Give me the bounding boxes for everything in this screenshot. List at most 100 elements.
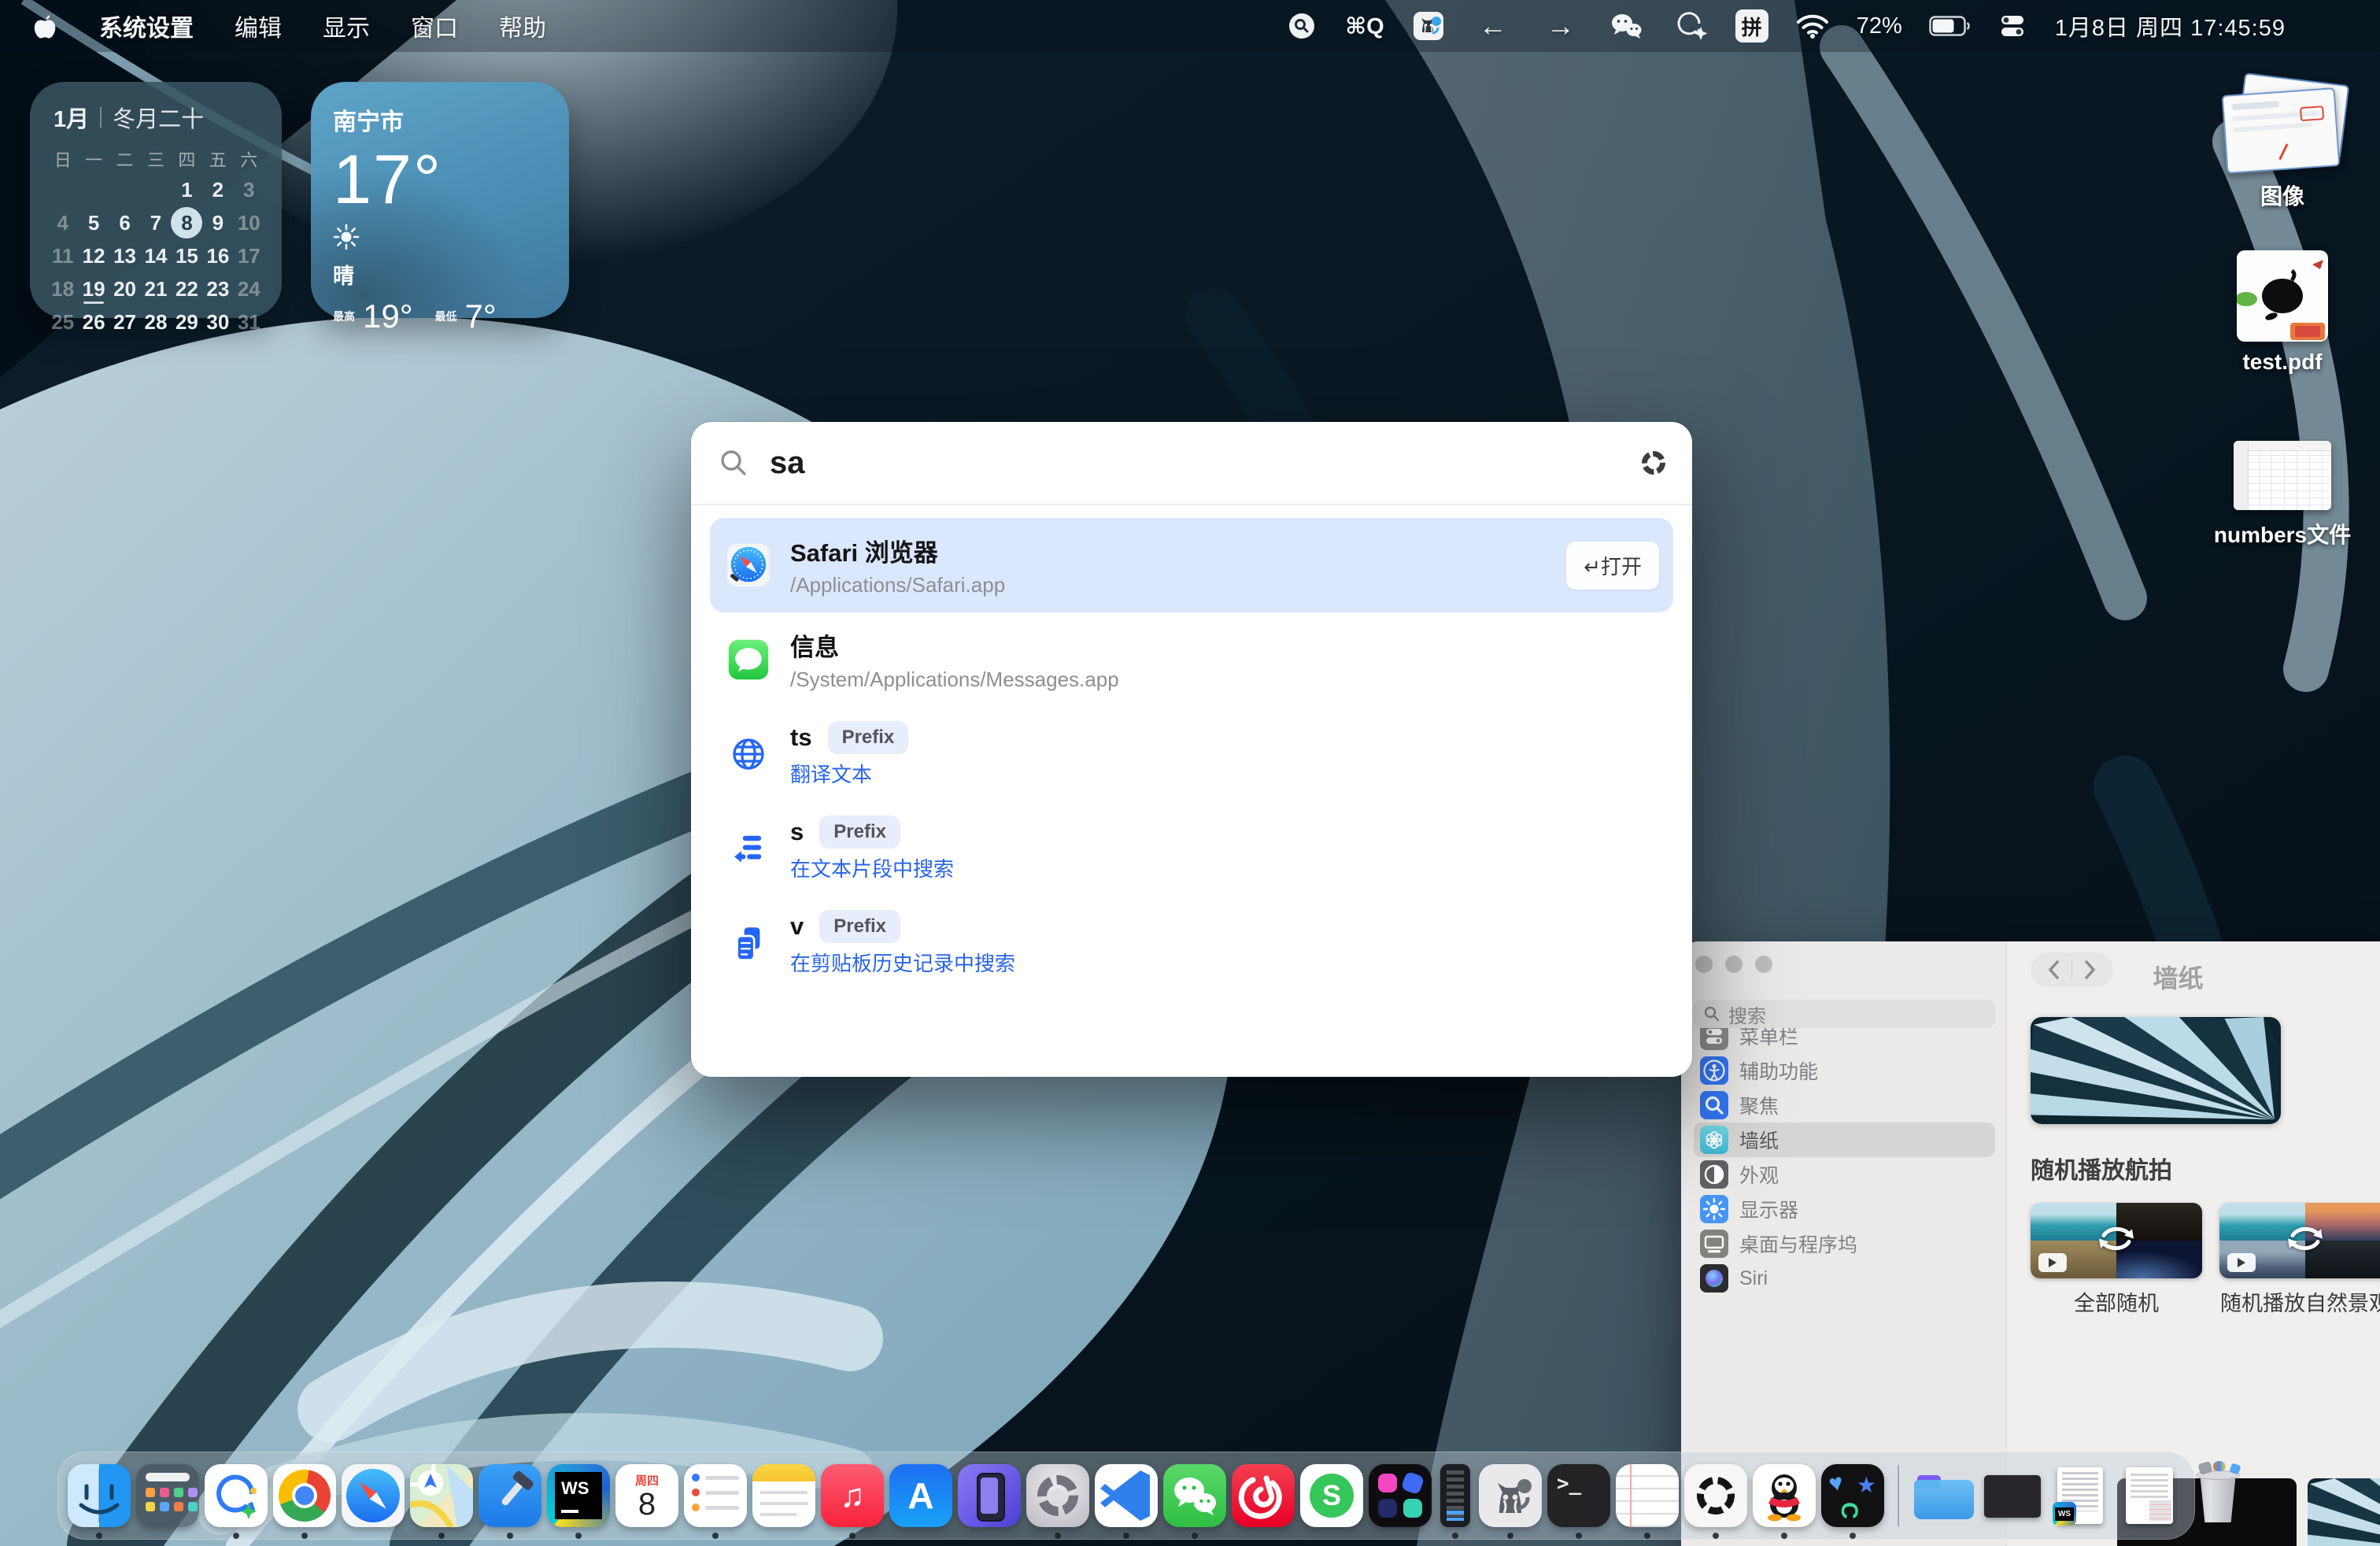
calendar-weekday: 日 (47, 146, 78, 172)
dock-trash[interactable] (2186, 1464, 2249, 1527)
wallpaper-icon (1700, 1126, 1728, 1154)
menu-app-name[interactable]: 系统设置 (99, 9, 194, 43)
dock-tiles[interactable] (1369, 1464, 1432, 1527)
spotlight-result-ts[interactable]: tsPrefix翻译文本 (710, 707, 1673, 801)
dock-calendar[interactable]: 周四8 (615, 1464, 678, 1527)
minimize-window-button[interactable] (1725, 956, 1743, 973)
wallpaper-thumb-all-random[interactable]: 全部随机 (2031, 1203, 2202, 1317)
dock-notes-doc[interactable] (1616, 1464, 1679, 1527)
sidebar-item-wallpaper[interactable]: 墙纸 (1694, 1123, 1995, 1157)
desktop-file-numbers[interactable]: numbers文件 (2196, 441, 2369, 549)
ai-chat-status-icon[interactable] (1672, 9, 1709, 43)
wechat-status-icon[interactable] (1608, 10, 1646, 42)
dock-webstorm[interactable]: WS (547, 1464, 610, 1527)
back-arrow-status-icon[interactable]: ← (1473, 9, 1513, 43)
weather-widget[interactable]: 南宁市 17° 晴 最高 19° 最低 7° (311, 82, 569, 318)
sidebar-item-spotlight[interactable]: 聚焦 (1694, 1088, 1995, 1123)
input-method-badge[interactable]: 拼 (1735, 9, 1768, 43)
dock-chat-app[interactable] (205, 1464, 268, 1527)
wallpaper-thumb-label: 随机播放自然景观 (2219, 1286, 2380, 1317)
dock-safari[interactable] (342, 1464, 405, 1527)
close-window-button[interactable] (1695, 956, 1713, 973)
calendar-month: 1月 (54, 101, 89, 134)
zoom-window-button[interactable] (1755, 956, 1772, 973)
calendar-day-3: 3 (234, 173, 264, 206)
sidebar-item-displays[interactable]: 显示器 (1694, 1192, 1995, 1226)
running-indicator-dot (1123, 1533, 1129, 1539)
calendar-widget[interactable]: 1月 冬月二十 日一二三四五六 123456789101112131415161… (30, 82, 282, 318)
dock-wechat[interactable] (1163, 1464, 1226, 1527)
search-status-icon[interactable] (1285, 9, 1318, 43)
cat-app-status-icon[interactable] (1411, 9, 1446, 43)
dock-cat[interactable] (1479, 1464, 1542, 1527)
current-wallpaper-preview[interactable] (2031, 1017, 2281, 1124)
dock-reminders[interactable] (684, 1464, 747, 1527)
menu-help[interactable]: 帮助 (499, 9, 546, 43)
dock-vscode[interactable] (1095, 1464, 1158, 1527)
spotlight-result-Safari 浏览器[interactable]: Safari 浏览器/Applications/Safari.app↵打开 (710, 518, 1673, 612)
calendar-day-empty (109, 173, 140, 206)
dock-qq[interactable] (1753, 1464, 1816, 1527)
dock-terminal[interactable]: >_ (1547, 1464, 1610, 1527)
back-chevron-icon[interactable] (2035, 956, 2071, 984)
calendar-weekday: 三 (140, 146, 171, 172)
dock-bars[interactable] (1437, 1464, 1473, 1527)
dock-iphone-mirroring[interactable] (958, 1464, 1021, 1527)
cmdq-status-item[interactable]: ⌘Q (1345, 13, 1384, 40)
menu-window[interactable]: 窗口 (411, 9, 458, 43)
menu-edit[interactable]: 编辑 (235, 9, 282, 43)
dock-music[interactable]: ♫ (821, 1464, 884, 1527)
dock-maps[interactable] (410, 1464, 473, 1527)
spotlight-query-text[interactable]: sa (770, 446, 1642, 481)
spotlight-result-s[interactable]: sPrefix在文本片段中搜索 (710, 801, 1673, 896)
sidebar-item-desktop-dock[interactable]: 桌面与程序坞 (1694, 1226, 1995, 1261)
menubar-clock[interactable]: 1月8日 周四 17:45:59 (2055, 9, 2286, 43)
dock-hearts[interactable]: ♥★C (1821, 1464, 1884, 1527)
wallpaper-thumb-label: 全部随机 (2031, 1286, 2202, 1317)
forward-arrow-status-icon[interactable]: → (1540, 9, 1581, 43)
running-indicator-dot (233, 1533, 239, 1539)
desktop-file-test-pdf[interactable]: test.pdf (2196, 250, 2369, 375)
window-traffic-lights[interactable] (1695, 956, 1772, 973)
dock-launchpad[interactable] (136, 1464, 199, 1527)
sidebar-item-siri[interactable]: Siri (1694, 1261, 1995, 1296)
dock-chatgpt[interactable] (1684, 1464, 1747, 1527)
desktop-file-images[interactable]: 图像 (2196, 79, 2369, 211)
dock-chrome[interactable] (273, 1464, 336, 1527)
battery-icon[interactable] (1929, 16, 1970, 36)
spotlight-result-v[interactable]: vPrefix在剪贴板历史记录中搜索 (710, 896, 1673, 990)
dock-appstore[interactable]: A (889, 1464, 952, 1527)
prefix-badge: Prefix (828, 721, 909, 754)
dock-downloads-folder[interactable] (1913, 1464, 1975, 1527)
dock-netease-music[interactable] (1232, 1464, 1295, 1527)
dock-min-window-dark[interactable] (1981, 1464, 2044, 1527)
dock-min-window-ws[interactable]: WS (2049, 1464, 2112, 1527)
dock-notes[interactable] (752, 1464, 815, 1527)
calendar-day-5: 5 (78, 206, 109, 239)
running-indicator-dot (1192, 1533, 1198, 1539)
settings-search-field[interactable]: 搜索 (1694, 1000, 1995, 1028)
open-action-badge[interactable]: ↵打开 (1566, 542, 1659, 590)
spotlight-result-信息[interactable]: 信息/System/Applications/Messages.app (710, 612, 1673, 707)
desktop-file-label: test.pdf (2196, 350, 2369, 375)
spotlight-search-bar[interactable]: sa (691, 422, 1692, 505)
wallpaper-thumb-partial-fan[interactable] (2308, 1478, 2380, 1546)
dock-finder[interactable] (68, 1464, 131, 1527)
control-center-icon[interactable] (1997, 11, 2028, 41)
sidebar-item-appearance[interactable]: 外观 (1694, 1157, 1995, 1192)
gear-icon[interactable] (1642, 451, 1665, 475)
running-indicator-dot (1452, 1533, 1458, 1539)
weather-high-label: 最高 (333, 311, 355, 323)
sidebar-item-accessibility[interactable]: 辅助功能 (1694, 1053, 1995, 1088)
wallpaper-thumb-nature[interactable]: 随机播放自然景观 (2219, 1203, 2380, 1317)
dock-min-window-doc[interactable] (2118, 1464, 2181, 1527)
calendar-day-7: 7 (140, 206, 171, 239)
forward-chevron-icon[interactable] (2072, 956, 2108, 984)
desktop-file-label: 图像 (2196, 179, 2369, 211)
dock-green-s[interactable]: S (1300, 1464, 1363, 1527)
apple-menu-icon[interactable] (31, 10, 58, 42)
menu-view[interactable]: 显示 (323, 9, 370, 43)
dock-xcode[interactable] (479, 1464, 541, 1527)
wifi-icon[interactable] (1795, 13, 1830, 39)
dock-system-settings[interactable] (1026, 1464, 1089, 1527)
